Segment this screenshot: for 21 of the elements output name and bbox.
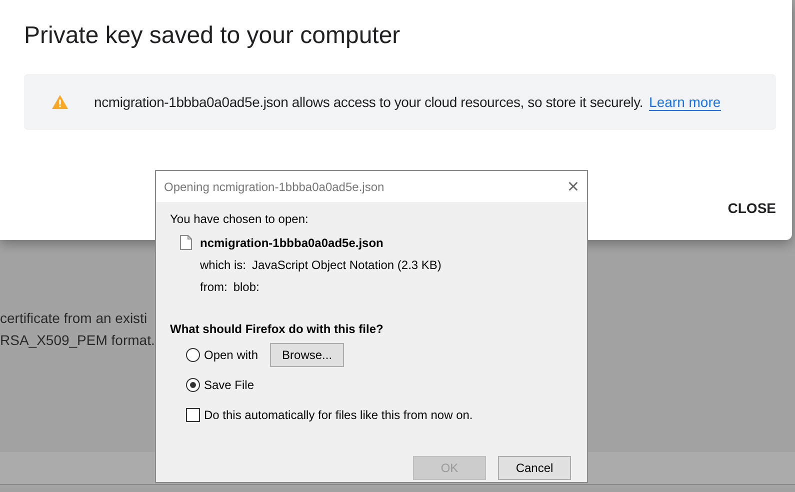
learn-more-link[interactable]: Learn more: [649, 94, 721, 110]
radio-option[interactable]: Save File: [186, 378, 254, 392]
browse-button[interactable]: Browse...: [270, 343, 344, 367]
detail-value: blob:: [233, 280, 260, 294]
detail-label: from:: [200, 280, 228, 294]
radio-option[interactable]: Open with: [186, 348, 258, 362]
detail-label: which is:: [200, 258, 246, 272]
intro-text: You have chosen to open:: [170, 212, 310, 226]
dialog-button[interactable]: Cancel: [498, 456, 571, 480]
page-text: RSA_X509_PEM format.: [0, 332, 155, 349]
file-icon: [180, 235, 192, 250]
warning-icon: [52, 95, 68, 109]
file-name: ncmigration-1bbba0a0ad5e.json: [200, 236, 384, 250]
close-button[interactable]: CLOSE: [728, 196, 776, 220]
warning-message: ncmigration-1bbba0a0ad5e.json allows access to your cloud resources, so store it securely.: [94, 94, 644, 110]
page-text: certificate from an existi: [0, 310, 148, 327]
detail-value: JavaScript Object Notation (2.3 KB): [252, 258, 442, 272]
question-text: What should Firefox do with this file?: [170, 322, 384, 336]
remember-checkbox[interactable]: Do this automatically for files like this from now on.: [186, 408, 573, 422]
dialog-title: Opening ncmigration-1bbba0a0ad5e.json: [164, 180, 384, 194]
dialog-title: Private key saved to your computer: [24, 22, 402, 50]
